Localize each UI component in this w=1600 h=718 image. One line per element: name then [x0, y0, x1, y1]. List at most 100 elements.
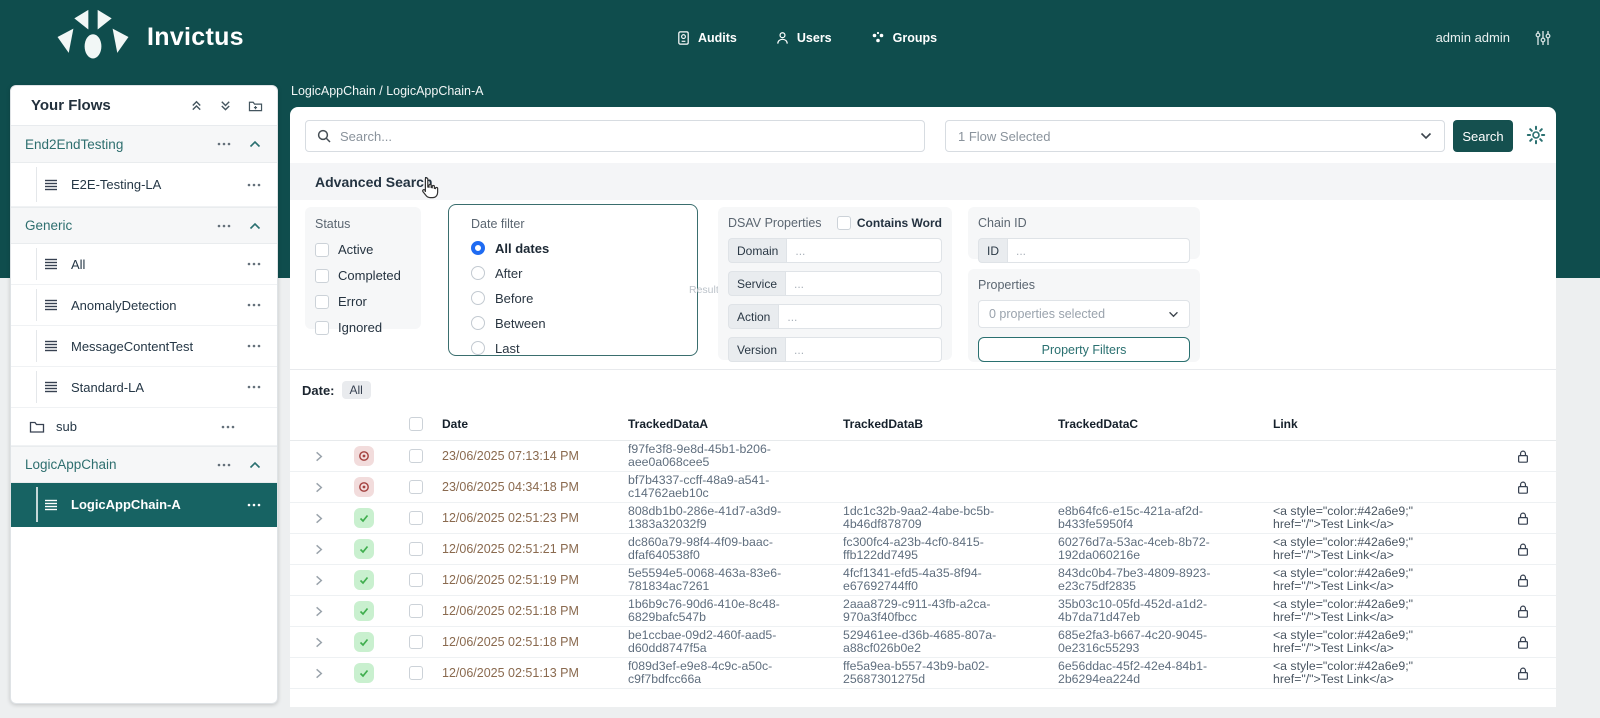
lock-icon[interactable]	[1516, 480, 1530, 495]
row-checkbox[interactable]	[409, 573, 423, 587]
expand-row-icon[interactable]	[311, 635, 326, 650]
status-option-completed[interactable]: Completed	[315, 268, 411, 283]
domain-input[interactable]	[786, 238, 942, 263]
lock-icon[interactable]	[1516, 542, 1530, 557]
date-option-between[interactable]: Between	[471, 315, 685, 331]
chain-id-input[interactable]	[1007, 238, 1190, 263]
row-date: 12/06/2025 02:51:23 PM	[442, 511, 628, 525]
item-menu-icon[interactable]	[247, 262, 261, 266]
folder-icon	[29, 420, 45, 434]
expand-row-icon[interactable]	[311, 666, 326, 681]
date-option-all-dates[interactable]: All dates	[471, 240, 685, 256]
date-option-after[interactable]: After	[471, 265, 685, 281]
sidebar-title: Your Flows	[31, 97, 190, 114]
item-menu-icon[interactable]	[247, 303, 261, 307]
add-folder-icon[interactable]	[248, 99, 263, 112]
row-checkbox[interactable]	[409, 480, 423, 494]
expand-row-icon[interactable]	[311, 449, 326, 464]
row-checkbox[interactable]	[409, 635, 423, 649]
checkbox[interactable]	[315, 269, 329, 283]
search-input[interactable]	[305, 120, 925, 152]
date-filter-applied-value[interactable]: All	[342, 381, 371, 399]
group-collapse-icon[interactable]	[249, 461, 261, 469]
lock-icon[interactable]	[1516, 449, 1530, 464]
group-menu-icon[interactable]	[217, 463, 231, 467]
expand-row-icon[interactable]	[311, 542, 326, 557]
dsav-field-domain: Domain	[728, 238, 942, 263]
nav-item-groups[interactable]: Groups	[870, 30, 937, 46]
checkbox[interactable]	[315, 243, 329, 257]
invictus-logo-icon	[55, 9, 131, 65]
status-option-error[interactable]: Error	[315, 294, 411, 309]
sidebar-item-logicappchain-a[interactable]: LogicAppChain-A	[11, 483, 277, 527]
folder-menu-icon[interactable]	[221, 425, 235, 429]
group-collapse-icon[interactable]	[249, 140, 261, 148]
radio-label: Before	[495, 291, 533, 306]
checkbox[interactable]	[315, 321, 329, 335]
item-menu-icon[interactable]	[247, 385, 261, 389]
properties-select[interactable]: 0 properties selected	[978, 300, 1190, 328]
search-field-wrap	[305, 120, 925, 152]
table-header: Date TrackedDataA TrackedDataB TrackedDa…	[290, 407, 1556, 441]
item-menu-icon[interactable]	[247, 183, 261, 187]
table-row: 12/06/2025 02:51:21 PM dc860a79-98f4-4f0…	[290, 534, 1556, 565]
expand-row-icon[interactable]	[311, 480, 326, 495]
checkbox[interactable]	[315, 295, 329, 309]
row-checkbox[interactable]	[409, 604, 423, 618]
radio[interactable]	[471, 341, 485, 355]
radio[interactable]	[471, 266, 485, 280]
group-menu-icon[interactable]	[217, 224, 231, 228]
group-collapse-icon[interactable]	[249, 222, 261, 230]
sliders-icon[interactable]	[1534, 29, 1552, 47]
expand-all-icon[interactable]	[219, 99, 232, 112]
table-row: 12/06/2025 02:51:18 PM 1b6b9c76-90d6-410…	[290, 596, 1556, 627]
item-menu-icon[interactable]	[247, 503, 261, 507]
flow-item-label: LogicAppChain-A	[71, 497, 247, 512]
row-checkbox[interactable]	[409, 511, 423, 525]
row-checkbox[interactable]	[409, 542, 423, 556]
row-checkbox[interactable]	[409, 666, 423, 680]
gear-icon[interactable]	[1526, 125, 1546, 145]
lock-icon[interactable]	[1516, 635, 1530, 650]
nav-item-audits[interactable]: Audits	[676, 30, 737, 46]
service-input[interactable]	[785, 271, 942, 296]
flow-group-logicappchain[interactable]: LogicAppChain	[11, 446, 277, 483]
collapse-all-icon[interactable]	[190, 99, 203, 112]
sidebar-item-standard-la[interactable]: Standard-LA	[11, 367, 277, 408]
property-filters-button[interactable]: Property Filters	[978, 337, 1190, 362]
flow-group-end2endtesting[interactable]: End2EndTesting	[11, 126, 277, 163]
select-all-checkbox[interactable]	[409, 417, 423, 431]
flow-group-generic[interactable]: Generic	[11, 207, 277, 244]
radio[interactable]	[471, 316, 485, 330]
date-option-before[interactable]: Before	[471, 290, 685, 306]
status-option-ignored[interactable]: Ignored	[315, 320, 411, 335]
sidebar-item-anomalydetection[interactable]: AnomalyDetection	[11, 285, 277, 326]
status-option-active[interactable]: Active	[315, 242, 411, 257]
sidebar-item-messagecontenttest[interactable]: MessageContentTest	[11, 326, 277, 367]
expand-row-icon[interactable]	[311, 604, 326, 619]
date-option-last[interactable]: Last	[471, 340, 685, 356]
action-input[interactable]	[778, 304, 942, 329]
sidebar-item-e2e-testing-la[interactable]: E2E-Testing-LA	[11, 163, 277, 207]
lock-icon[interactable]	[1516, 511, 1530, 526]
main-nav: Audits Users Groups	[676, 0, 937, 75]
lock-icon[interactable]	[1516, 573, 1530, 588]
expand-row-icon[interactable]	[311, 573, 326, 588]
sidebar-folder-sub[interactable]: sub	[11, 408, 277, 446]
search-button[interactable]: Search	[1453, 120, 1513, 152]
expand-row-icon[interactable]	[311, 511, 326, 526]
row-checkbox[interactable]	[409, 449, 423, 463]
radio-selected[interactable]	[471, 241, 485, 255]
flow-list-icon	[44, 340, 58, 352]
version-input[interactable]	[785, 337, 942, 362]
flow-select[interactable]: 1 Flow Selected	[945, 120, 1445, 152]
contains-word-checkbox[interactable]	[837, 216, 851, 230]
sidebar-item-all[interactable]: All	[11, 244, 277, 285]
item-menu-icon[interactable]	[247, 344, 261, 348]
advanced-search-header[interactable]: Advanced Search	[290, 163, 1556, 200]
lock-icon[interactable]	[1516, 604, 1530, 619]
nav-item-users[interactable]: Users	[775, 30, 832, 46]
radio[interactable]	[471, 291, 485, 305]
group-menu-icon[interactable]	[217, 142, 231, 146]
lock-icon[interactable]	[1516, 666, 1530, 681]
